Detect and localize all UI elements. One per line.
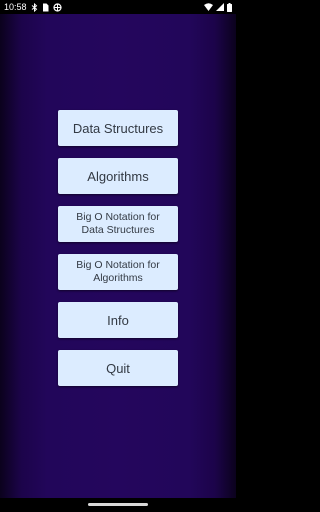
sim-card-icon	[42, 3, 49, 12]
main-background: Data Structures Algorithms Big O Notatio…	[0, 14, 236, 498]
navigation-bar	[0, 498, 236, 512]
quit-button[interactable]: Quit	[58, 350, 178, 386]
clock: 10:58	[4, 2, 27, 12]
algorithms-button[interactable]: Algorithms	[58, 158, 178, 194]
wifi-icon	[204, 3, 213, 11]
gesture-handle[interactable]	[88, 503, 148, 506]
big-o-data-structures-button[interactable]: Big O Notation for Data Structures	[58, 206, 178, 242]
info-button[interactable]: Info	[58, 302, 178, 338]
bluetooth-icon	[31, 2, 38, 12]
settings-icon	[52, 2, 62, 12]
status-bar: 10:58	[0, 0, 236, 14]
status-left: 10:58	[4, 0, 62, 14]
battery-icon	[227, 2, 232, 12]
signal-icon	[216, 3, 224, 11]
screen: 10:58 Data Structures Algorithms Big O N…	[0, 0, 236, 512]
status-right	[204, 0, 232, 14]
main-menu: Data Structures Algorithms Big O Notatio…	[58, 110, 178, 398]
big-o-algorithms-button[interactable]: Big O Notation for Algorithms	[58, 254, 178, 290]
data-structures-button[interactable]: Data Structures	[58, 110, 178, 146]
